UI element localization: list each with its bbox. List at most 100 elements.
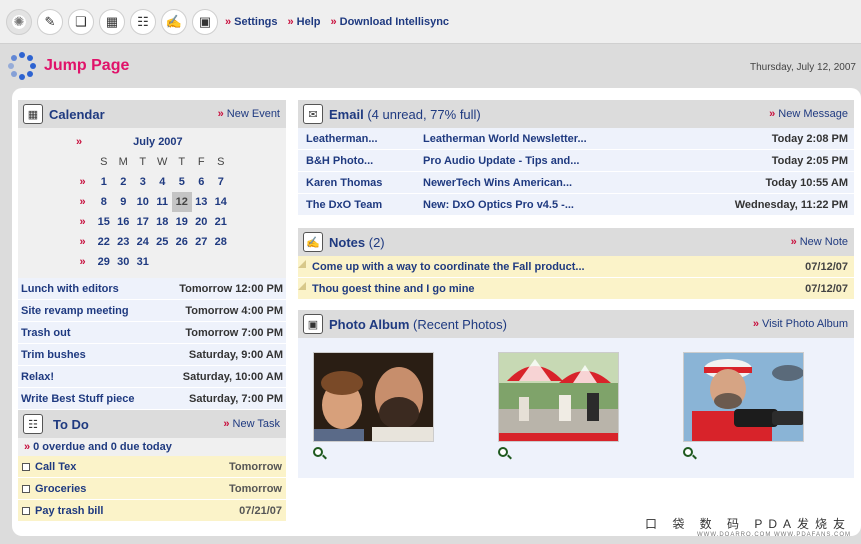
event-row[interactable]: Lunch with editors Tomorrow 12:00 PM bbox=[18, 278, 286, 300]
dow: S bbox=[217, 156, 225, 168]
note-row[interactable]: Thou goest thine and I go mine 07/12/07 bbox=[298, 278, 854, 300]
help-link[interactable]: » Help bbox=[288, 16, 321, 28]
task-name[interactable]: Groceries bbox=[35, 483, 86, 495]
week-arrow-icon[interactable]: » bbox=[74, 252, 94, 272]
photo-album-title: Photo Album (Recent Photos) bbox=[329, 316, 507, 332]
overdue-summary[interactable]: » 0 overdue and 0 due today bbox=[18, 438, 286, 456]
calendar-day[interactable]: 11 bbox=[153, 192, 173, 212]
week-arrow-icon[interactable]: » bbox=[74, 232, 94, 252]
prev-month-arrow-icon[interactable]: » bbox=[76, 136, 82, 148]
week-arrow-icon[interactable]: » bbox=[74, 212, 94, 232]
note-row[interactable]: Come up with a way to coordinate the Fal… bbox=[298, 256, 854, 278]
calendar-day[interactable]: 10 bbox=[133, 192, 153, 212]
sync-spinner-icon[interactable]: ✺ bbox=[6, 8, 32, 35]
photo-thumbnail[interactable] bbox=[313, 352, 434, 442]
calendar-day[interactable]: 15 bbox=[94, 212, 114, 232]
event-time: Saturday, 7:00 PM bbox=[189, 392, 283, 405]
calendar-day[interactable]: 6 bbox=[192, 172, 212, 192]
calendar-day[interactable]: 28 bbox=[211, 232, 231, 252]
calendar-day[interactable]: 4 bbox=[153, 172, 173, 192]
photo-thumbnail[interactable] bbox=[683, 352, 804, 442]
page-title: Jump Page bbox=[44, 57, 130, 74]
photo-thumbnail[interactable] bbox=[498, 352, 619, 442]
contacts-icon[interactable]: ❑ bbox=[68, 8, 94, 35]
zoom-icon[interactable] bbox=[313, 447, 327, 461]
new-event-link[interactable]: » New Event bbox=[218, 108, 280, 120]
email-row[interactable]: The DxO Team New: DxO Optics Pro v4.5 -..… bbox=[298, 194, 854, 216]
calendar-day[interactable]: 1 bbox=[94, 172, 114, 192]
new-message-link[interactable]: » New Message bbox=[769, 108, 848, 120]
calendar-day[interactable]: 9 bbox=[114, 192, 134, 212]
calendar-day[interactable]: 26 bbox=[172, 232, 192, 252]
calendar-day[interactable]: 18 bbox=[153, 212, 173, 232]
photo-strip bbox=[298, 338, 854, 478]
task-checkbox[interactable] bbox=[22, 462, 30, 471]
zoom-icon[interactable] bbox=[498, 447, 512, 461]
event-row[interactable]: Relax! Saturday, 10:00 AM bbox=[18, 366, 286, 388]
todo-header: ☷ To Do » New Task bbox=[18, 410, 286, 438]
email-sender: Karen Thomas bbox=[306, 176, 383, 189]
task-checkbox[interactable] bbox=[22, 506, 30, 515]
event-row[interactable]: Trash out Tomorrow 7:00 PM bbox=[18, 322, 286, 344]
event-row[interactable]: Write Best Stuff piece Saturday, 7:00 PM bbox=[18, 388, 286, 410]
calendar-day[interactable]: 2 bbox=[114, 172, 134, 192]
todo-icon[interactable]: ☷ bbox=[130, 8, 156, 35]
mini-calendar: » July 2007 S M T W T F S » 1 2 3 4 5 6 7» 8 9 10 1… bbox=[18, 128, 286, 278]
email-row[interactable]: Leatherman... Leatherman World Newsletter… bbox=[298, 128, 854, 150]
task-name[interactable]: Pay trash bill bbox=[35, 505, 103, 517]
calendar-day[interactable]: 12 bbox=[172, 192, 192, 212]
calendar-day[interactable]: 29 bbox=[94, 252, 114, 272]
task-due: 07/21/07 bbox=[239, 504, 282, 517]
event-row[interactable]: Trim bushes Saturday, 9:00 AM bbox=[18, 344, 286, 366]
calendar-title: Calendar bbox=[49, 106, 105, 122]
calendar-day[interactable]: 25 bbox=[153, 232, 173, 252]
calendar-empty-cell bbox=[172, 252, 192, 272]
settings-link[interactable]: » Settings bbox=[225, 16, 278, 28]
notes-icon[interactable]: ✍ bbox=[161, 8, 187, 35]
calendar-day[interactable]: 20 bbox=[192, 212, 212, 232]
calendar-day[interactable]: 19 bbox=[172, 212, 192, 232]
week-arrow-icon[interactable]: » bbox=[74, 192, 94, 212]
event-name: Trim bushes bbox=[21, 348, 86, 361]
dow: T bbox=[139, 156, 147, 168]
calendar-day[interactable]: 7 bbox=[211, 172, 231, 192]
visit-photo-album-link[interactable]: » Visit Photo Album bbox=[753, 318, 848, 330]
calendar-empty-cell bbox=[211, 252, 231, 272]
calendar-day[interactable]: 21 bbox=[211, 212, 231, 232]
calendar-day[interactable]: 22 bbox=[94, 232, 114, 252]
calendar-day[interactable]: 8 bbox=[94, 192, 114, 212]
zoom-icon[interactable] bbox=[683, 447, 697, 461]
calendar-day[interactable]: 5 bbox=[172, 172, 192, 192]
task-due: Tomorrow bbox=[229, 460, 282, 473]
task-checkbox[interactable] bbox=[22, 484, 30, 493]
calendar-day[interactable]: 30 bbox=[114, 252, 134, 272]
event-row[interactable]: Site revamp meeting Tomorrow 4:00 PM bbox=[18, 300, 286, 322]
calendar-day[interactable]: 16 bbox=[114, 212, 134, 232]
task-name[interactable]: Call Tex bbox=[35, 461, 76, 473]
calendar-day[interactable]: 3 bbox=[133, 172, 153, 192]
calendar-day[interactable]: 17 bbox=[133, 212, 153, 232]
calendar-day[interactable]: 14 bbox=[211, 192, 231, 212]
calendar-day[interactable]: 23 bbox=[114, 232, 134, 252]
photo-album-icon[interactable]: ▣ bbox=[192, 8, 218, 35]
download-intellisync-link[interactable]: » Download Intellisync bbox=[331, 16, 450, 28]
email-subject: New: DxO Optics Pro v4.5 -... bbox=[423, 198, 574, 211]
calendar-day[interactable]: 13 bbox=[192, 192, 212, 212]
calendar-day[interactable]: 27 bbox=[192, 232, 212, 252]
event-time: Tomorrow 12:00 PM bbox=[179, 282, 283, 295]
week-arrow-icon[interactable]: » bbox=[74, 172, 94, 192]
task-list: Call Tex Tomorrow Groceries Tomorrow Pay tra… bbox=[18, 456, 286, 522]
calendar-month: July 2007 bbox=[133, 136, 183, 148]
email-row[interactable]: B&H Photo... Pro Audio Update - Tips and.… bbox=[298, 150, 854, 172]
note-date: 07/12/07 bbox=[805, 260, 848, 273]
jump-page-icon[interactable]: ✎ bbox=[37, 8, 63, 35]
calendar-day[interactable]: 31 bbox=[133, 252, 153, 272]
event-name: Trash out bbox=[21, 326, 71, 339]
todo-title: To Do bbox=[53, 416, 89, 432]
calendar-day[interactable]: 24 bbox=[133, 232, 153, 252]
dow: F bbox=[197, 156, 205, 168]
new-note-link[interactable]: » New Note bbox=[791, 236, 848, 248]
new-task-link[interactable]: » New Task bbox=[223, 418, 280, 430]
calendar-icon[interactable]: ▦ bbox=[99, 8, 125, 35]
email-row[interactable]: Karen Thomas NewerTech Wins American... To… bbox=[298, 172, 854, 194]
